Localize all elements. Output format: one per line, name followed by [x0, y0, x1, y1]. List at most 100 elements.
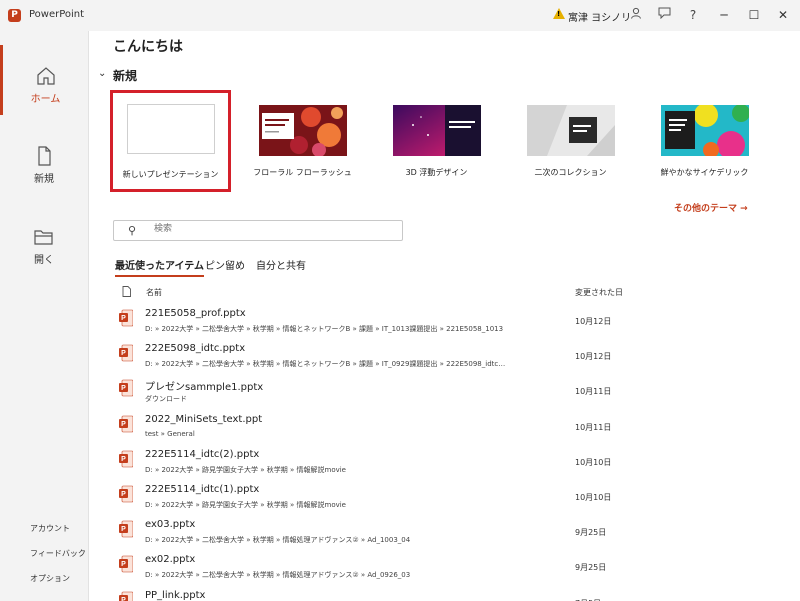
- pptx-file-icon: P: [119, 520, 133, 538]
- svg-text:P: P: [121, 456, 126, 463]
- search-icon: ⚲: [128, 224, 137, 237]
- svg-text:P: P: [121, 350, 126, 357]
- title-bar: P PowerPoint ! 寓津 ヨシノリ ? ─ ☐ ✕: [0, 0, 800, 31]
- feedback-icon[interactable]: [655, 6, 673, 24]
- sidebar-account[interactable]: アカウント: [0, 523, 88, 534]
- pptx-file-icon: P: [119, 415, 133, 432]
- sidebar-feedback[interactable]: フィードバック: [0, 548, 88, 559]
- collapse-chevron-icon[interactable]: ⌄: [98, 68, 106, 79]
- warning-icon[interactable]: !: [553, 8, 565, 19]
- table-row[interactable]: P 222E5114_idtc(1).pptx D: » 2022大学 » 跡見学園…: [113, 481, 773, 517]
- svg-text:P: P: [121, 562, 126, 569]
- file-modified-date: 7月5日: [575, 598, 601, 601]
- file-path: D: » 2022大学 » 二松學舍大学 » 秋学期 » 情報処理アドヴァンス②…: [145, 571, 411, 580]
- table-row[interactable]: P 222E5114_idtc(2).pptx D: » 2022大学 » 跡見学園…: [113, 446, 773, 482]
- file-path: D: » 2022大学 » 跡見学園女子大学 » 秋学期 » 情報解説movie: [145, 465, 346, 474]
- person-icon[interactable]: [627, 6, 645, 24]
- pptx-file-icon: P: [119, 450, 133, 468]
- file-path: test » General: [145, 429, 195, 438]
- svg-text:P: P: [121, 526, 126, 533]
- powerpoint-logo-icon: P: [8, 9, 21, 22]
- pptx-file-icon: P: [119, 591, 133, 601]
- file-name: ex03.pptx: [145, 519, 196, 531]
- template-thumbnail: [126, 104, 215, 154]
- pptx-file-icon: P: [119, 485, 133, 503]
- table-row[interactable]: P プレゼンsammple1.pptx ダウンロード 10月11日: [113, 375, 773, 411]
- template-name: 新しいプレゼンテーション: [122, 170, 219, 179]
- template-thumbnail: [258, 105, 347, 156]
- sidebar-options[interactable]: オプション: [0, 573, 88, 584]
- file-modified-date: 9月25日: [575, 528, 607, 538]
- file-modified-date: 10月12日: [575, 352, 612, 362]
- tab-recent[interactable]: 最近使ったアイテム: [115, 257, 204, 277]
- template-name: 3D 浮動デザイン: [405, 168, 468, 177]
- file-name: プレゼンsammple1.pptx: [145, 382, 264, 394]
- table-row[interactable]: P 222E5098_idtc.pptx D: » 2022大学 » 二松學舍大学 …: [113, 340, 773, 376]
- file-path: ダウンロード: [145, 395, 187, 404]
- sidebar-item-new[interactable]: 新規: [0, 125, 88, 195]
- sidebar-item-label: 新規: [34, 174, 54, 185]
- table-row[interactable]: P PP_link.pptx 7月5日: [113, 587, 773, 601]
- pptx-file-icon: P: [119, 309, 133, 327]
- template-name: フローラル フローラッシュ: [253, 168, 352, 177]
- app-title: PowerPoint: [29, 9, 85, 20]
- file-modified-date: 10月11日: [575, 422, 612, 432]
- sidebar: ホーム 新規 開く アカウント フィードバック オプション: [0, 31, 89, 601]
- minimize-button[interactable]: ─: [713, 6, 735, 24]
- file-name: 2022_MiniSets_text.ppt: [145, 413, 263, 425]
- file-name: 222E5098_idtc.pptx: [145, 343, 246, 355]
- file-modified-date: 10月10日: [575, 457, 612, 467]
- file-name: 222E5114_idtc(2).pptx: [145, 448, 260, 460]
- template-thumbnail: [392, 105, 481, 156]
- more-themes-link[interactable]: その他のテーマ →: [674, 201, 748, 214]
- search-box[interactable]: ⚲: [113, 220, 403, 241]
- search-input[interactable]: [152, 223, 396, 235]
- file-name: ex02.pptx: [145, 554, 196, 566]
- sidebar-item-open[interactable]: 開く: [0, 206, 88, 276]
- file-path: D: » 2022大学 » 二松學舍大学 » 秋学期 » 情報とネットワークB …: [145, 325, 504, 333]
- svg-text:P: P: [121, 386, 126, 393]
- template-blank[interactable]: 新しいプレゼンテーション: [110, 90, 231, 192]
- file-modified-date: 10月12日: [575, 317, 612, 326]
- template-name: 鮮やかなサイケデリック: [660, 168, 749, 177]
- new-file-icon: [38, 146, 51, 166]
- table-header: 名前 変更された日: [113, 286, 773, 304]
- column-modified[interactable]: 変更された日: [575, 287, 623, 298]
- template-thumbnail: [526, 105, 615, 156]
- template-name: 二次のコレクション: [534, 168, 607, 177]
- table-row[interactable]: Pex03.pptx D: » 2022大学 » 二松學舍大学 » 秋学期 » 情…: [113, 516, 773, 552]
- sidebar-item-home[interactable]: ホーム: [0, 45, 88, 115]
- table-row[interactable]: Pex02.pptx D: » 2022大学 » 二松學舍大学 » 秋学期 » 情…: [113, 551, 773, 587]
- pptx-file-icon: P: [119, 380, 133, 397]
- tab-shared[interactable]: 自分と共有: [256, 257, 306, 272]
- template-3d-float[interactable]: 3D 浮動デザイン: [379, 89, 494, 178]
- user-name[interactable]: 寓津 ヨシノリ: [568, 9, 631, 24]
- table-row[interactable]: P 2022_MiniSets_text.ppttest » General 10月…: [113, 411, 773, 447]
- help-icon[interactable]: ?: [684, 6, 702, 24]
- svg-text:P: P: [121, 315, 126, 322]
- home-icon: [36, 67, 55, 85]
- file-path: D: » 2022大学 » 二松學舍大学 » 秋学期 » 情報処理アドヴァンス②…: [145, 536, 411, 545]
- sidebar-item-label: ホーム: [30, 94, 61, 105]
- maximize-button[interactable]: ☐: [743, 6, 765, 24]
- folder-icon: [34, 230, 53, 245]
- table-row[interactable]: P 221E5058_prof.pptx D: » 2022大学 » 二松學舍大学 …: [113, 305, 773, 341]
- file-name: 222E5114_idtc(1).pptx: [145, 484, 260, 495]
- template-thumbnail: [660, 105, 749, 156]
- file-modified-date: 9月25日: [575, 563, 607, 573]
- file-name: PP_link.pptx: [145, 589, 206, 601]
- template-floral[interactable]: フローラル フローラッシュ: [245, 89, 360, 178]
- pptx-file-icon: P: [119, 344, 133, 362]
- tab-pinned[interactable]: ピン留め: [205, 257, 245, 272]
- greeting-heading: こんにちは: [113, 39, 183, 55]
- svg-text:P: P: [121, 491, 126, 498]
- file-name: 221E5058_prof.pptx: [145, 308, 246, 319]
- sidebar-item-label: 開く: [34, 255, 54, 266]
- svg-text:P: P: [121, 421, 126, 428]
- template-quadratic[interactable]: 二次のコレクション: [513, 89, 628, 178]
- file-path: D: » 2022大学 » 跡見学園女子大学 » 秋学期 » 情報解説movie: [145, 501, 346, 509]
- template-psychedelic[interactable]: 鮮やかなサイケデリック: [647, 89, 762, 178]
- file-modified-date: 10月10日: [575, 493, 612, 502]
- column-name[interactable]: 名前: [146, 287, 162, 298]
- close-button[interactable]: ✕: [772, 6, 794, 24]
